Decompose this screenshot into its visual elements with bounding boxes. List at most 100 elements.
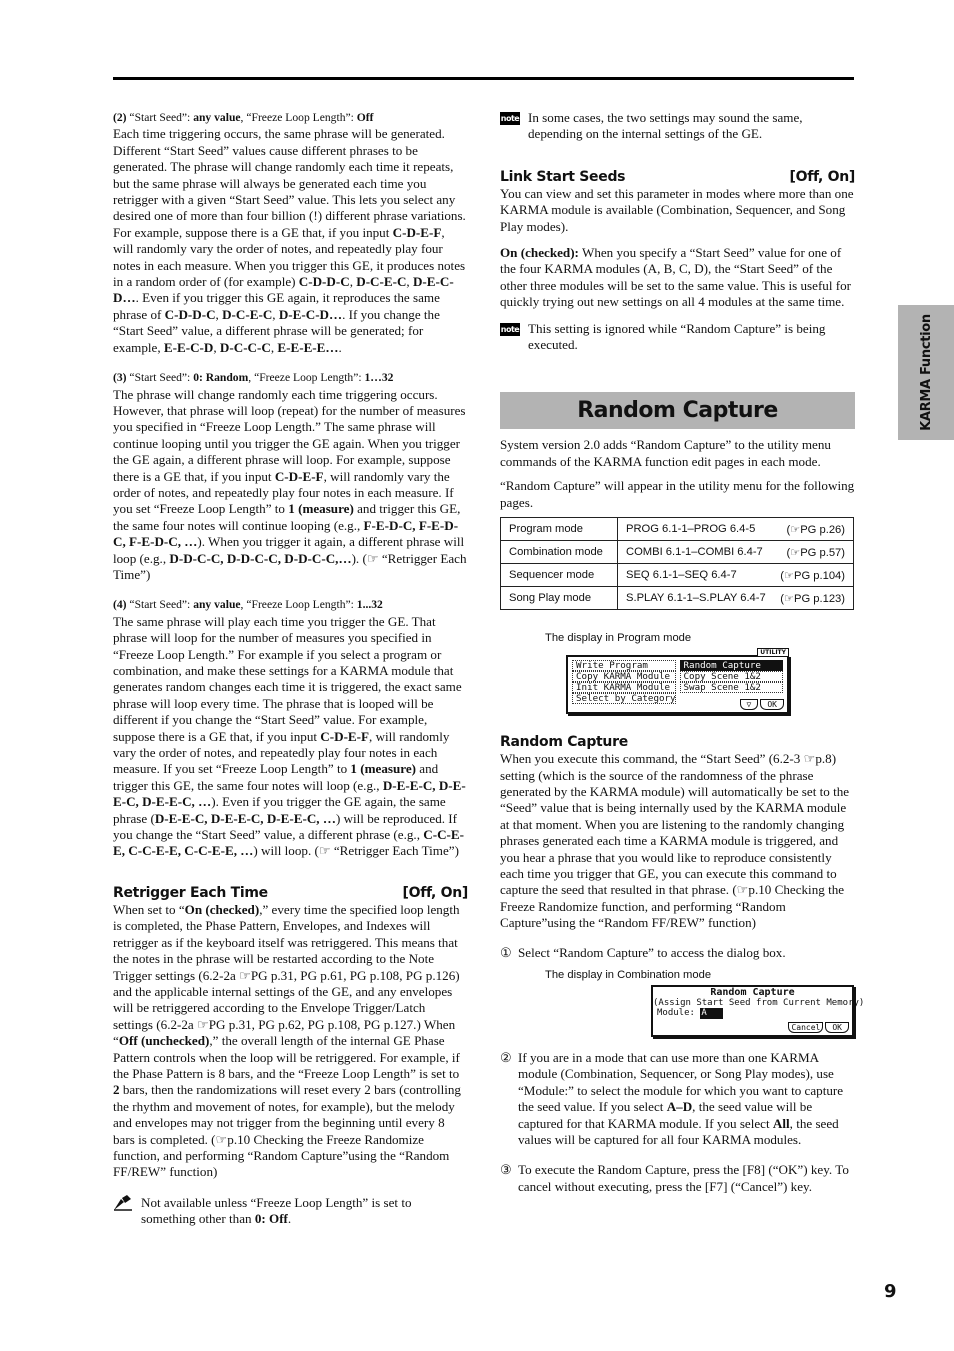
step-1: ① Select “Random Capture” to access the …: [500, 945, 855, 961]
body-text: When set to “: [113, 901, 185, 917]
section-banner-random-capture: Random Capture: [500, 392, 855, 430]
table-row: Sequencer mode SEQ 6.1-1–SEQ 6.4-7 (☞PG p.…: [500, 563, 854, 588]
pages-cell: SEQ 6.1-1–SEQ 6.4-7 (☞PG p.104): [617, 563, 854, 588]
case-3: (3) “Start Seed”: 0: Random, “Freeze Loo…: [113, 370, 468, 583]
utility-tag: UTILITY: [757, 648, 789, 658]
case-2: (2) “Start Seed”: any value, “Freeze Loo…: [113, 110, 468, 356]
module-select[interactable]: A: [700, 1007, 724, 1019]
pages-cell: COMBI 6.1-1–COMBI 6.4-7 (☞PG p.57): [617, 540, 854, 565]
step-3: ③ To execute the Random Capture, press t…: [500, 1162, 855, 1195]
combi-display-caption: The display in Combination mode: [545, 968, 712, 981]
bold-text: D-C-C-C: [219, 339, 271, 355]
note-text: This setting is ignored while “Random Ca…: [528, 320, 826, 353]
bold-text: C-D-D-C: [298, 274, 350, 290]
random-capture-subsection: Random Capture When you execute this com…: [500, 733, 855, 961]
step-number: ①: [500, 944, 512, 960]
page-range: PROG 6.1-1–PROG 6.4-5: [626, 522, 756, 535]
case-3-heading: (3) “Start Seed”: 0: Random, “Freeze Loo…: [113, 370, 468, 386]
bold-text: D-C-E-C: [356, 274, 407, 290]
bold-text: D-E-C-D…: [278, 306, 343, 322]
bold-text: All: [772, 1115, 790, 1131]
heading-value: any value: [193, 598, 241, 612]
left-column: (2) “Start Seed”: any value, “Freeze Loo…: [113, 110, 468, 1228]
heading-value: any value: [193, 111, 241, 124]
heading-text: “Start Seed”:: [126, 371, 194, 385]
utility-menu-item[interactable]: Write Program: [572, 660, 676, 672]
heading-value: 1…32: [364, 371, 394, 385]
random-capture-body: When you execute this command, the “Star…: [500, 751, 850, 931]
dialog-buttons: Cancel OK: [788, 1021, 849, 1033]
page-number: 9: [884, 1281, 897, 1302]
pages-cell: PROG 6.1-1–PROG 6.4-5 (☞PG p.26): [617, 517, 854, 542]
bold-text: C-D-D-C: [164, 306, 216, 322]
program-display-caption: The display in Program mode: [545, 632, 692, 645]
section-range: [Off, On]: [402, 884, 469, 901]
body-text: .: [338, 339, 342, 355]
body-text: bars, then the randomizations will reset…: [113, 1082, 461, 1180]
utility-menu-item[interactable]: Init KARMA Module: [572, 682, 676, 694]
utility-menu-item[interactable]: Copy Scene 1&2: [679, 671, 783, 683]
utility-menu-item[interactable]: Random Capture: [679, 660, 783, 672]
section-title: Retrigger Each Time: [113, 884, 268, 901]
bold-text: C-D-E-F: [320, 728, 370, 744]
lcd-buttons: ▽ OK: [739, 699, 784, 711]
heading-text: “Start Seed”:: [126, 111, 194, 124]
page-down-button[interactable]: ▽: [739, 699, 759, 711]
link-start-seeds-section: Link Start Seeds [Off, On] You can view a…: [500, 168, 855, 354]
table-row: Song Play mode S.PLAY 6.1-1–S.PLAY 6.4-7 (…: [500, 586, 854, 611]
bold-text: E-E-E-E…: [277, 339, 339, 355]
mode-cell: Program mode: [500, 517, 618, 542]
ok-button[interactable]: OK: [825, 1021, 849, 1033]
bold-text: 1 (measure): [350, 761, 416, 777]
case-2-body: Each time triggering occurs, the same ph…: [113, 126, 468, 356]
heading-value: 1...32: [356, 598, 383, 612]
utility-menu-item[interactable]: Swap Scene 1&2: [679, 682, 783, 694]
ok-button[interactable]: OK: [760, 699, 784, 711]
cancel-button[interactable]: Cancel: [788, 1021, 824, 1033]
warning-note: Not available unless “Freeze Loop Length…: [113, 1194, 468, 1228]
note-text: In some cases, the two settings may soun…: [528, 110, 803, 142]
intro-paragraph: System version 2.0 adds “Random Capture”…: [500, 437, 831, 469]
mode-cell: Combination mode: [500, 540, 618, 565]
step-2: ② If you are in a mode that can use more…: [500, 1050, 855, 1148]
step-text: To execute the Random Capture, press the…: [518, 1162, 849, 1194]
warning-text: Not available unless “Freeze Loop Length…: [141, 1195, 468, 1228]
note-icon: note: [500, 112, 520, 125]
bold-text: C-D-E-F: [392, 224, 442, 240]
page-range: SEQ 6.1-1–SEQ 6.4-7: [626, 568, 737, 581]
case-4-heading: (4) “Start Seed”: any value, “Freeze Loo…: [113, 597, 468, 613]
case-4-body: The same phrase will play each time you …: [113, 614, 468, 860]
link-heading: Link Start Seeds [Off, On]: [500, 168, 855, 186]
mode-cell: Song Play mode: [500, 586, 618, 611]
step-number: ③: [500, 1162, 512, 1178]
heading-text: “Start Seed”:: [126, 598, 194, 612]
page-reference: (☞PG p.123): [780, 592, 845, 605]
bold-text: 0: Off: [254, 1211, 288, 1227]
bold-text: D-C-E-C: [222, 306, 273, 322]
bold-text: C-D-E-F: [274, 468, 324, 484]
case-4: (4) “Start Seed”: any value, “Freeze Loo…: [113, 597, 468, 860]
random-capture-heading: Random Capture: [500, 733, 855, 751]
bold-text: D-D-C-C, D-D-C-C, D-D-C-C,…: [169, 550, 352, 566]
case-3-body: The phrase will change randomly each tim…: [113, 387, 468, 584]
body-text: The same phrase will play each time you …: [113, 613, 462, 744]
module-field: Module: A: [653, 1007, 852, 1019]
side-tab-karma-function: KARMA Function: [898, 305, 954, 440]
note-same-sound: note In some cases, the two settings may…: [500, 110, 855, 143]
modes-table: Program mode PROG 6.1-1–PROG 6.4-5 (☞PG p.…: [500, 517, 854, 611]
table-row: Program mode PROG 6.1-1–PROG 6.4-5 (☞PG p.…: [500, 517, 854, 542]
retrigger-section: Retrigger Each Time [Off, On] When set to…: [113, 884, 468, 1181]
case-number: (4): [113, 598, 127, 612]
step-text: Select “Random Capture” to access the di…: [518, 944, 786, 960]
step-text: If you are in a mode that can use more t…: [518, 1050, 855, 1148]
table-row: Combination mode COMBI 6.1-1–COMBI 6.4-7 (…: [500, 540, 854, 565]
bold-text: On (checked): [184, 901, 260, 917]
random-capture-dialog: Random Capture (Assign Start Seed from C…: [651, 984, 864, 1037]
header-rule: [113, 77, 854, 80]
case-number: (2): [113, 111, 127, 124]
utility-menu-item[interactable]: Select by Category: [572, 693, 676, 705]
bold-text: 1 (measure): [288, 501, 354, 517]
utility-menu-item[interactable]: Copy KARMA Module: [572, 671, 676, 683]
heading-text: , “Freeze Loop Length”:: [240, 111, 357, 124]
bold-text: D-E-E-C, D-E-E-C, D-E-E-C, …: [154, 810, 336, 826]
